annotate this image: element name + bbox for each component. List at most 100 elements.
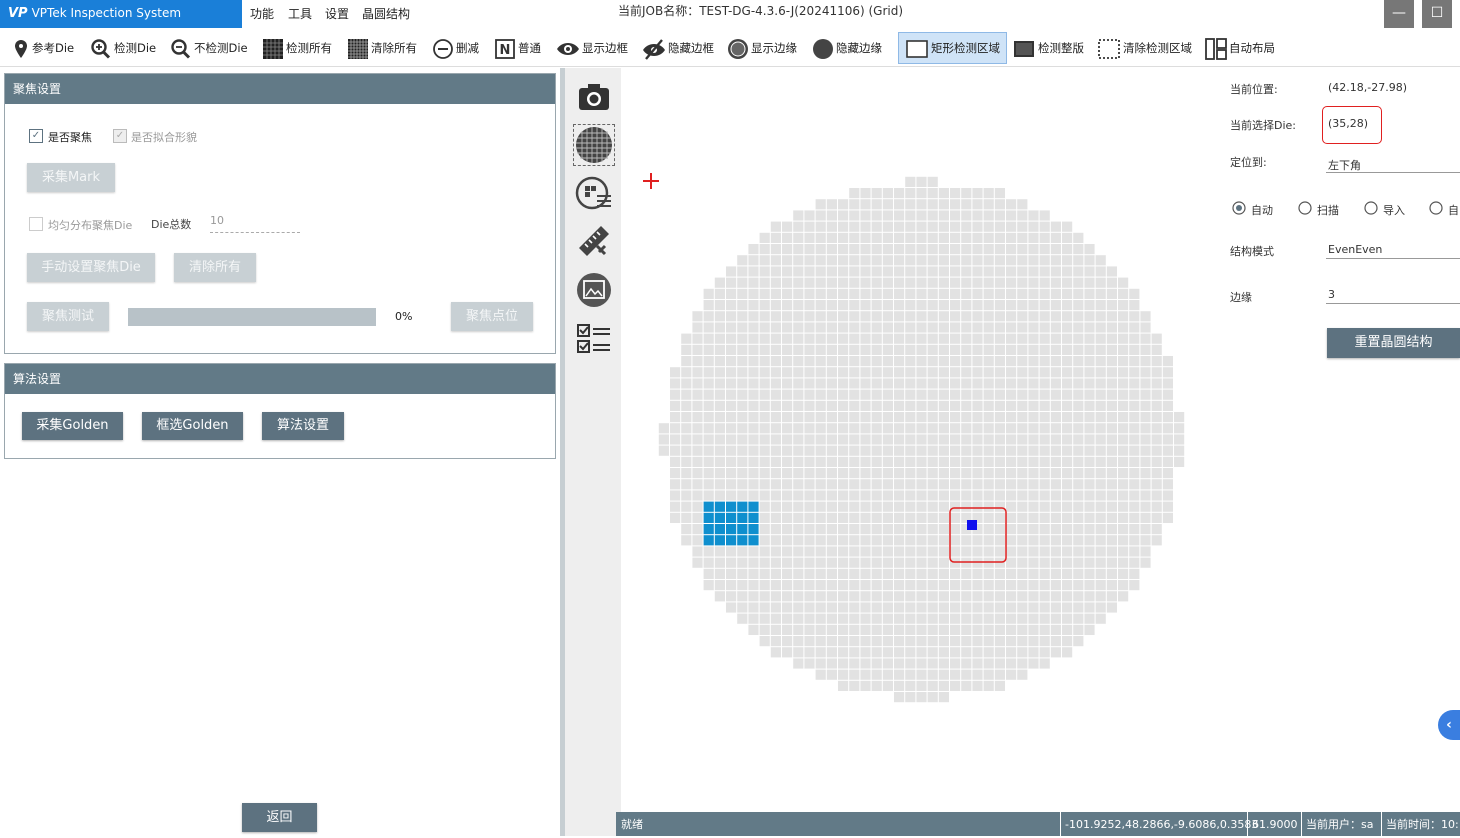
die-cell[interactable]	[871, 613, 882, 624]
die-cell[interactable]	[748, 624, 759, 635]
tool-rect-inspect-area[interactable]: 矩形检测区域	[898, 32, 1007, 64]
die-cell[interactable]	[1062, 501, 1073, 512]
die-cell[interactable]	[804, 557, 815, 568]
die-cell[interactable]	[927, 210, 938, 221]
die-cell[interactable]	[994, 412, 1005, 423]
die-cell[interactable]	[714, 479, 725, 490]
die-cell[interactable]	[871, 378, 882, 389]
die-cell[interactable]	[759, 311, 770, 322]
die-cell[interactable]	[748, 378, 759, 389]
die-cell[interactable]	[703, 412, 714, 423]
die-cell[interactable]	[894, 647, 905, 658]
die-cell[interactable]	[804, 367, 815, 378]
die-cell[interactable]	[1073, 445, 1084, 456]
die-cell[interactable]	[950, 636, 961, 647]
die-cell[interactable]	[860, 333, 871, 344]
die-cell[interactable]	[681, 468, 692, 479]
die-cell[interactable]	[815, 412, 826, 423]
die-cell[interactable]	[950, 400, 961, 411]
die-cell[interactable]	[1073, 535, 1084, 546]
die-cell[interactable]	[961, 367, 972, 378]
die-cell[interactable]	[871, 300, 882, 311]
die-cell[interactable]	[1084, 333, 1095, 344]
die-cell[interactable]	[871, 557, 882, 568]
die-cell[interactable]	[1039, 647, 1050, 658]
die-cell[interactable]	[726, 356, 737, 367]
die-cell[interactable]	[726, 333, 737, 344]
die-cell[interactable]	[950, 602, 961, 613]
die-cell[interactable]	[726, 389, 737, 400]
die-cell[interactable]	[860, 356, 871, 367]
die-cell[interactable]	[950, 613, 961, 624]
die-cell[interactable]	[1073, 333, 1084, 344]
die-cell[interactable]	[849, 266, 860, 277]
die-cell[interactable]	[938, 557, 949, 568]
die-cell[interactable]	[849, 300, 860, 311]
die-cell[interactable]	[1017, 647, 1028, 658]
die-cell[interactable]	[815, 456, 826, 467]
die-cell[interactable]	[826, 221, 837, 232]
die-cell[interactable]	[838, 445, 849, 456]
die-cell[interactable]	[927, 624, 938, 635]
die-cell[interactable]	[927, 367, 938, 378]
die-cell[interactable]	[703, 501, 714, 512]
die-cell[interactable]	[1162, 512, 1173, 523]
die-cell[interactable]	[782, 311, 793, 322]
die-cell[interactable]	[1084, 613, 1095, 624]
die-cell[interactable]	[983, 389, 994, 400]
die-cell[interactable]	[1039, 468, 1050, 479]
die-cell[interactable]	[804, 255, 815, 266]
die-cell[interactable]	[782, 266, 793, 277]
die-cell[interactable]	[927, 232, 938, 243]
die-cell[interactable]	[1062, 244, 1073, 255]
die-cell[interactable]	[1118, 535, 1129, 546]
die-cell[interactable]	[994, 367, 1005, 378]
die-cell[interactable]	[994, 613, 1005, 624]
die-cell[interactable]	[1073, 468, 1084, 479]
die-cell[interactable]	[849, 333, 860, 344]
die-cell[interactable]	[938, 602, 949, 613]
die-cell[interactable]	[994, 512, 1005, 523]
die-cell[interactable]	[1006, 613, 1017, 624]
die-cell[interactable]	[759, 512, 770, 523]
die-cell[interactable]	[692, 557, 703, 568]
die-cell[interactable]	[938, 445, 949, 456]
die-cell[interactable]	[972, 288, 983, 299]
menu-tools[interactable]: 工具	[288, 5, 312, 22]
die-cell[interactable]	[1084, 277, 1095, 288]
die-cell[interactable]	[871, 546, 882, 557]
die-cell[interactable]	[838, 636, 849, 647]
die-cell[interactable]	[793, 613, 804, 624]
die-cell[interactable]	[1073, 602, 1084, 613]
die-cell[interactable]	[1006, 356, 1017, 367]
die-cell[interactable]	[804, 535, 815, 546]
die-cell[interactable]	[961, 479, 972, 490]
die-cell[interactable]	[1006, 244, 1017, 255]
die-cell[interactable]	[815, 568, 826, 579]
die-cell[interactable]	[1106, 591, 1117, 602]
die-cell[interactable]	[1006, 255, 1017, 266]
die-cell[interactable]	[1140, 311, 1151, 322]
die-cell[interactable]	[950, 277, 961, 288]
die-cell[interactable]	[961, 501, 972, 512]
die-cell[interactable]	[1028, 311, 1039, 322]
die-cell[interactable]	[1050, 344, 1061, 355]
die-cell[interactable]	[826, 288, 837, 299]
tool-auto-layout[interactable]: 自动布局	[1205, 36, 1275, 60]
die-cell[interactable]	[748, 445, 759, 456]
die-cell[interactable]	[1095, 479, 1106, 490]
die-cell[interactable]	[838, 624, 849, 635]
die-cell[interactable]	[894, 535, 905, 546]
die-cell[interactable]	[994, 322, 1005, 333]
die-cell[interactable]	[905, 333, 916, 344]
die-cell[interactable]	[950, 367, 961, 378]
die-cell[interactable]	[1039, 255, 1050, 266]
die-cell[interactable]	[938, 580, 949, 591]
die-cell[interactable]	[826, 423, 837, 434]
die-cell[interactable]	[1073, 300, 1084, 311]
die-cell[interactable]	[748, 400, 759, 411]
die-cell[interactable]	[782, 602, 793, 613]
die-cell[interactable]	[894, 221, 905, 232]
die-cell[interactable]	[1140, 490, 1151, 501]
die-cell[interactable]	[1151, 389, 1162, 400]
